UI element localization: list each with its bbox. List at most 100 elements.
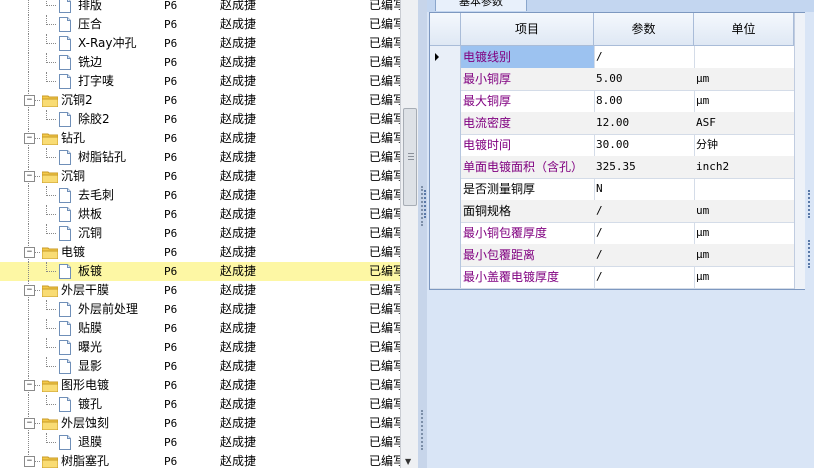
row-indicator	[430, 200, 461, 222]
grid-row[interactable]: 是否测量铜厚 N	[430, 178, 804, 201]
status-cell: 已编写	[369, 321, 400, 335]
param-value-cell[interactable]: 8.00	[594, 90, 695, 112]
grid-row[interactable]: 最小包覆距离 / μm	[430, 244, 804, 267]
document-icon	[59, 112, 71, 127]
tree-row[interactable]: X-Ray冲孔 P6 赵成捷 已编写	[0, 34, 400, 53]
tree-row[interactable]: 镀孔 P6 赵成捷 已编写	[0, 395, 400, 414]
param-name-cell: 单面电镀面积（含孔）	[461, 156, 595, 178]
tree-row[interactable]: 树脂钻孔 P6 赵成捷 已编写	[0, 148, 400, 167]
version-cell: P6	[164, 322, 178, 335]
tree-row[interactable]: 板镀 P6 赵成捷 已编写	[0, 262, 400, 281]
grid-row[interactable]: 电镀线别 /	[430, 46, 804, 69]
tree-guide	[46, 24, 56, 25]
status-cell: 已编写	[369, 340, 400, 354]
header-item[interactable]: 项目	[461, 13, 594, 45]
param-value-cell[interactable]: /	[594, 200, 695, 222]
tree-row[interactable]: − 沉铜2 P6 赵成捷 已编写	[0, 91, 400, 110]
tree-node-label: X-Ray冲孔	[78, 36, 137, 50]
grid-row[interactable]: 面铜规格 / um	[430, 200, 804, 223]
param-value-cell[interactable]: N	[594, 178, 695, 200]
status-cell: 已编写	[369, 283, 400, 297]
param-value-cell[interactable]: 30.00	[594, 134, 695, 156]
tree-row[interactable]: 外层前处理 P6 赵成捷 已编写	[0, 300, 400, 319]
tab-basic-params[interactable]: 基本参数	[435, 0, 527, 11]
folder-icon	[41, 132, 59, 146]
grid-row[interactable]: 单面电镀面积（含孔） 325.35 inch2	[430, 156, 804, 179]
tree-guide	[28, 357, 29, 376]
splitter[interactable]	[418, 0, 427, 468]
collapse-toggle-icon[interactable]: −	[24, 171, 35, 182]
collapse-toggle-icon[interactable]: −	[24, 247, 35, 258]
status-cell: 已编写	[369, 264, 400, 278]
tree-row[interactable]: − 树脂塞孔 P6 赵成捷 已编写	[0, 452, 400, 468]
header-param[interactable]: 参数	[594, 13, 694, 45]
param-value-cell[interactable]: 12.00	[594, 112, 695, 134]
tree-guide	[46, 195, 56, 196]
grid-row[interactable]: 最小盖覆电镀厚度 / μm	[430, 266, 804, 289]
tree-row[interactable]: 压合 P6 赵成捷 已编写	[0, 15, 400, 34]
tree-row[interactable]: 沉铜 P6 赵成捷 已编写	[0, 224, 400, 243]
folder-icon	[41, 379, 59, 393]
grid-scrollbar[interactable]	[794, 13, 805, 289]
tree-row[interactable]: 打字唛 P6 赵成捷 已编写	[0, 72, 400, 91]
tree-row[interactable]: 烘板 P6 赵成捷 已编写	[0, 205, 400, 224]
param-value-cell[interactable]: 325.35	[594, 156, 695, 178]
collapse-toggle-icon[interactable]: −	[24, 285, 35, 296]
tree-row[interactable]: 排版 P6 赵成捷 已编写	[0, 0, 400, 15]
version-cell: P6	[164, 56, 178, 69]
grid-row[interactable]: 最大铜厚 8.00 μm	[430, 90, 804, 113]
collapse-toggle-icon[interactable]: −	[24, 456, 35, 467]
collapse-toggle-icon[interactable]: −	[24, 95, 35, 106]
collapse-toggle-icon[interactable]: −	[24, 380, 35, 391]
collapse-toggle-icon[interactable]: −	[24, 418, 35, 429]
version-cell: P6	[164, 265, 178, 278]
tree-row[interactable]: 贴膜 P6 赵成捷 已编写	[0, 319, 400, 338]
param-value-cell[interactable]: /	[594, 46, 695, 68]
grid-row[interactable]: 最小铜厚 5.00 μm	[430, 68, 804, 91]
process-tree[interactable]: 排版 P6 赵成捷 已编写 压合 P6 赵成捷 已编写 X-Ray冲孔 P6 赵成捷 已编写 铣边 P6 赵…	[0, 0, 400, 468]
param-unit-cell: μm	[694, 222, 797, 244]
tree-row[interactable]: − 图形电镀 P6 赵成捷 已编写	[0, 376, 400, 395]
tree-row[interactable]: 去毛刺 P6 赵成捷 已编写	[0, 186, 400, 205]
grid-row[interactable]: 电流密度 12.00 ASF	[430, 112, 804, 135]
row-indicator	[430, 90, 461, 112]
tree-guide	[46, 214, 56, 215]
version-cell: P6	[164, 37, 178, 50]
param-value-cell[interactable]: /	[594, 266, 695, 288]
grid-row[interactable]: 最小铜包覆厚度 / μm	[430, 222, 804, 245]
tree-row[interactable]: 曝光 P6 赵成捷 已编写	[0, 338, 400, 357]
param-value-cell[interactable]: 5.00	[594, 68, 695, 90]
grid-row[interactable]: 电镀时间 30.00 分钟	[430, 134, 804, 157]
tree-scrollbar[interactable]: ▼	[400, 0, 418, 468]
owner-cell: 赵成捷	[220, 340, 257, 354]
param-name-cell: 电镀时间	[461, 134, 595, 156]
tree-row[interactable]: 铣边 P6 赵成捷 已编写	[0, 53, 400, 72]
tree-row[interactable]: − 外层蚀刻 P6 赵成捷 已编写	[0, 414, 400, 433]
owner-cell: 赵成捷	[220, 321, 257, 335]
param-value-cell[interactable]: /	[594, 222, 695, 244]
tree-row[interactable]: − 外层干膜 P6 赵成捷 已编写	[0, 281, 400, 300]
scrollbar-thumb[interactable]	[403, 108, 417, 206]
version-cell: P6	[164, 284, 178, 297]
tree-row[interactable]: 退膜 P6 赵成捷 已编写	[0, 433, 400, 452]
parameter-grid[interactable]: 项目 参数 单位 电镀线别 / 最小铜厚 5.00 μm 最大铜厚 8.00 μm 电流密度 12…	[429, 12, 805, 290]
owner-cell: 赵成捷	[220, 188, 257, 202]
scroll-down-icon[interactable]: ▼	[405, 457, 411, 466]
tree-row[interactable]: − 沉铜 P6 赵成捷 已编写	[0, 167, 400, 186]
row-indicator	[430, 222, 461, 244]
tree-row[interactable]: 除胶2 P6 赵成捷 已编写	[0, 110, 400, 129]
status-cell: 已编写	[369, 207, 400, 221]
tree-node-label: 去毛刺	[78, 188, 115, 202]
header-unit[interactable]: 单位	[694, 13, 794, 45]
param-value-cell[interactable]: /	[594, 244, 695, 266]
tree-guide	[28, 338, 29, 357]
tree-guide	[28, 300, 29, 319]
owner-cell: 赵成捷	[220, 169, 257, 183]
collapse-toggle-icon[interactable]: −	[24, 133, 35, 144]
tree-row[interactable]: 显影 P6 赵成捷 已编写	[0, 357, 400, 376]
tree-row[interactable]: − 钻孔 P6 赵成捷 已编写	[0, 129, 400, 148]
status-cell: 已编写	[369, 435, 400, 449]
param-unit-cell: μm	[694, 266, 797, 288]
tree-row[interactable]: − 电镀 P6 赵成捷 已编写	[0, 243, 400, 262]
version-cell: P6	[164, 151, 178, 164]
